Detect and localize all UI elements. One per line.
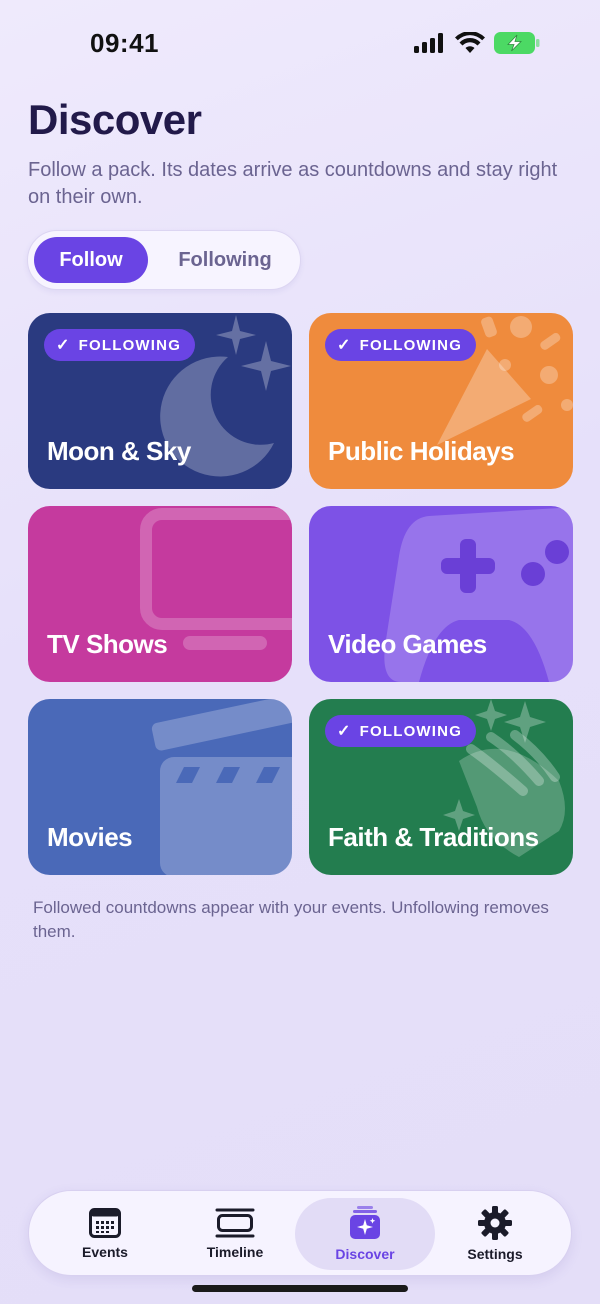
checkmark-icon: ✓ (56, 337, 71, 354)
segment-follow[interactable]: Follow (34, 237, 148, 283)
badge-label: FOLLOWING (359, 722, 463, 740)
pack-title: Faith & Traditions (328, 822, 539, 852)
follow-segmented-control: Follow Following (27, 230, 301, 290)
tab-events[interactable]: Events (35, 1198, 175, 1270)
segment-following[interactable]: Following (156, 237, 294, 283)
status-bar: 09:41 (0, 0, 600, 90)
home-indicator (192, 1285, 408, 1292)
tab-label: Discover (335, 1246, 395, 1262)
calendar-icon (89, 1208, 121, 1238)
pack-card-video-games[interactable]: Video Games (309, 506, 573, 682)
tab-label: Timeline (206, 1244, 264, 1260)
timeline-icon (215, 1208, 255, 1238)
tab-label: Events (82, 1244, 128, 1260)
tab-discover[interactable]: Discover (295, 1198, 435, 1270)
pack-card-faith-traditions[interactable]: ✓ FOLLOWING Faith & Traditions (309, 699, 573, 875)
pack-card-tv-shows[interactable]: TV Shows (28, 506, 292, 682)
footnote: Followed countdowns appear with your eve… (33, 898, 549, 941)
pack-card-movies[interactable]: Movies (28, 699, 292, 875)
checkmark-icon: ✓ (337, 337, 352, 354)
checkmark-icon: ✓ (337, 723, 352, 740)
following-badge: ✓ FOLLOWING (325, 329, 477, 361)
following-badge: ✓ FOLLOWING (325, 715, 477, 747)
discover-icon (350, 1206, 380, 1239)
page-subtitle: Follow a pack. Its dates arrive as count… (28, 159, 558, 208)
pack-card-moon-sky[interactable]: ✓ FOLLOWING Moon & Sky (28, 313, 292, 489)
page-title: Discover (28, 96, 202, 143)
pack-title: Movies (47, 822, 133, 852)
tab-bar: Events Timeline Discover Settings (28, 1190, 572, 1276)
tab-timeline[interactable]: Timeline (165, 1198, 305, 1270)
pack-title: Moon & Sky (47, 436, 191, 466)
cellular-signal-icon (414, 33, 443, 53)
following-badge: ✓ FOLLOWING (44, 329, 196, 361)
pack-title: Public Holidays (328, 436, 515, 466)
status-icons (414, 32, 540, 54)
battery-charging-icon (494, 32, 540, 54)
badge-label: FOLLOWING (78, 336, 182, 354)
badge-label: FOLLOWING (359, 336, 463, 354)
tab-label: Settings (467, 1246, 523, 1262)
pack-card-public-holidays[interactable]: ✓ FOLLOWING Public Holidays (309, 313, 573, 489)
gear-icon (478, 1206, 512, 1240)
pack-title: Video Games (328, 629, 487, 659)
tab-settings[interactable]: Settings (425, 1198, 565, 1270)
wifi-icon (455, 32, 485, 53)
status-time: 09:41 (90, 28, 159, 58)
pack-title: TV Shows (47, 629, 168, 659)
